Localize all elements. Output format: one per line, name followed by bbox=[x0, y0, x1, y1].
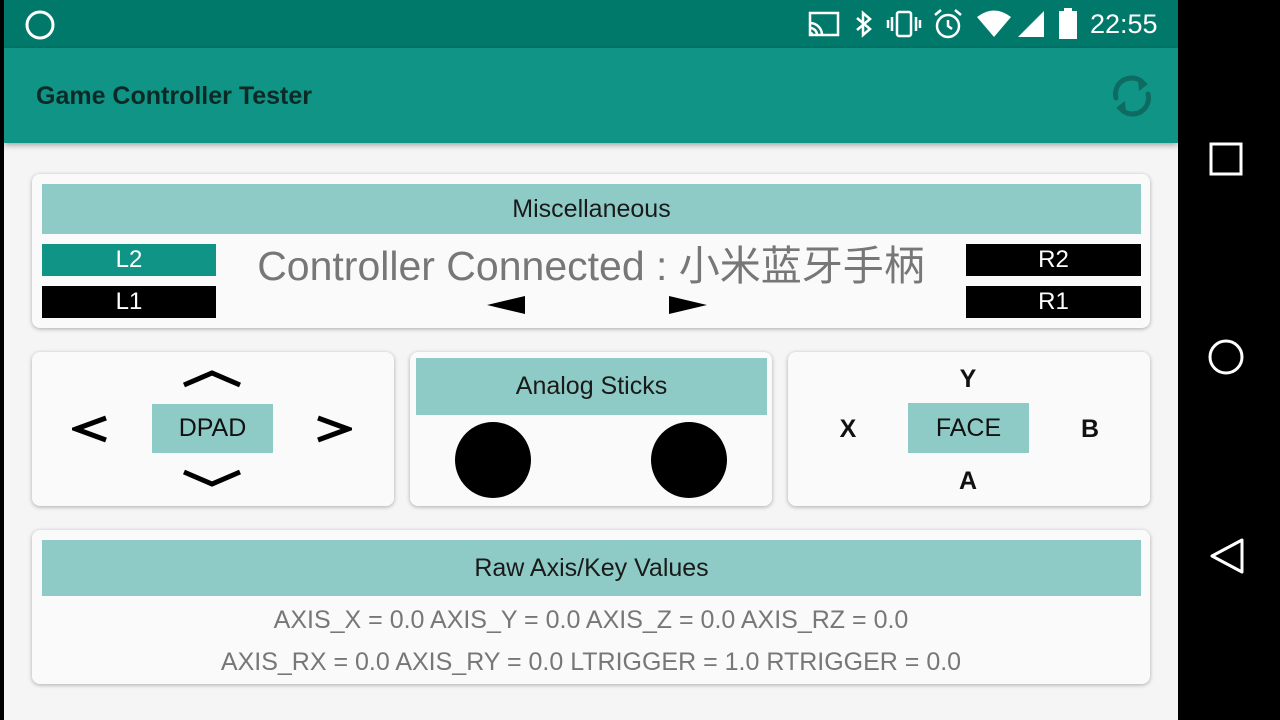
page-title: Game Controller Tester bbox=[36, 82, 313, 110]
home-icon[interactable] bbox=[1207, 338, 1245, 376]
start-arrow-icon bbox=[669, 296, 707, 314]
battery-icon bbox=[1059, 8, 1077, 39]
dpad-center: DPAD bbox=[152, 404, 273, 453]
connection-status: Controller Connected : 小米蓝牙手柄 bbox=[257, 243, 925, 289]
clock: 22:55 bbox=[1090, 9, 1158, 39]
face-button-a: A bbox=[958, 467, 978, 495]
face-button-y: Y bbox=[959, 365, 977, 393]
dpad-down-icon bbox=[183, 469, 241, 487]
bluetooth-icon bbox=[856, 10, 872, 38]
raw-header: Raw Axis/Key Values bbox=[42, 540, 1141, 596]
app-screen: 22:55 Game Controller Tester Miscellaneo… bbox=[4, 0, 1178, 720]
left-stick bbox=[455, 422, 531, 498]
r2-button: R2 bbox=[966, 244, 1141, 276]
misc-card: Miscellaneous L2 L1 R2 R1 Controller Con… bbox=[32, 174, 1150, 328]
misc-header: Miscellaneous bbox=[42, 184, 1141, 234]
l2-button: L2 bbox=[42, 244, 216, 276]
raw-card: Raw Axis/Key Values AXIS_X = 0.0 AXIS_Y … bbox=[32, 530, 1150, 684]
analog-header: Analog Sticks bbox=[416, 358, 767, 415]
notification-circle-icon bbox=[25, 10, 55, 40]
refresh-icon[interactable] bbox=[1108, 72, 1156, 120]
face-button-b: B bbox=[1080, 415, 1100, 443]
raw-values-line-1: AXIS_X = 0.0 AXIS_Y = 0.0 AXIS_Z = 0.0 A… bbox=[273, 606, 909, 634]
face-center: FACE bbox=[908, 403, 1029, 453]
face-button-x: X bbox=[839, 415, 857, 443]
raw-values-line-2: AXIS_RX = 0.0 AXIS_RY = 0.0 LTRIGGER = 1… bbox=[220, 648, 962, 676]
select-arrow-icon bbox=[487, 296, 525, 314]
analog-card: Analog Sticks bbox=[410, 352, 772, 506]
dpad-up-icon bbox=[183, 370, 241, 388]
wifi-icon bbox=[977, 10, 1011, 37]
navigation-bar bbox=[1178, 0, 1280, 720]
vibrate-icon bbox=[886, 10, 922, 38]
status-bar: 22:55 bbox=[4, 0, 1178, 48]
recents-icon[interactable] bbox=[1208, 141, 1244, 177]
alarm-icon bbox=[934, 9, 962, 39]
cell-signal-icon bbox=[1018, 11, 1044, 37]
dpad-right-icon bbox=[317, 415, 352, 443]
r1-button: R1 bbox=[966, 286, 1141, 318]
dpad-left-icon bbox=[72, 415, 107, 443]
l1-button: L1 bbox=[42, 286, 216, 318]
face-card: Y X B A FACE bbox=[788, 352, 1150, 506]
dpad-card: DPAD bbox=[32, 352, 394, 506]
right-stick bbox=[651, 422, 727, 498]
cast-icon bbox=[808, 11, 840, 37]
back-icon[interactable] bbox=[1209, 537, 1245, 575]
app-bar: Game Controller Tester bbox=[4, 48, 1178, 143]
